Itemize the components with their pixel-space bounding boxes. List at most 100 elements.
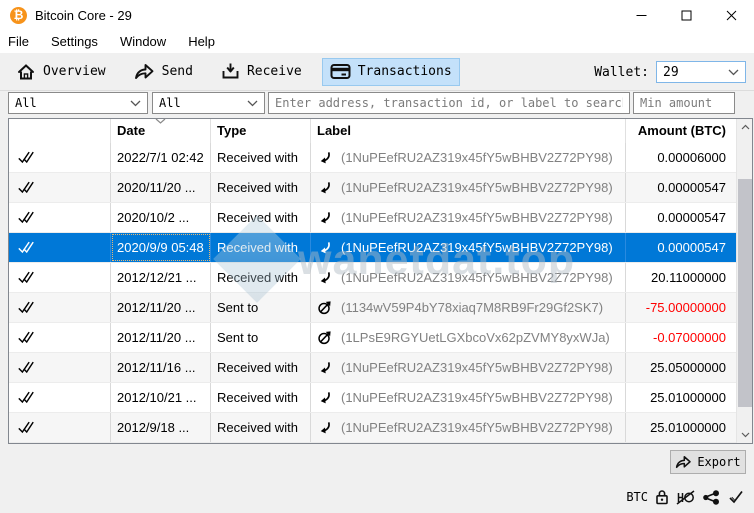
vertical-scrollbar[interactable] (736, 119, 752, 443)
table-row[interactable]: 2012/11/20 ... Sent to (1134wV59P4bY78xi… (9, 293, 736, 323)
tab-send[interactable]: Send (126, 58, 201, 86)
receive-icon (221, 62, 240, 81)
export-button[interactable]: Export (670, 450, 746, 474)
tab-overview-label: Overview (43, 64, 106, 79)
status-cell (9, 143, 111, 172)
tx-date: 2020/10/2 ... (111, 203, 211, 232)
bitcoin-logo-icon: ₿ (10, 7, 27, 24)
tab-receive[interactable]: Receive (213, 58, 310, 86)
menu-file[interactable]: File (8, 32, 40, 51)
tx-amount: 0.00000547 (626, 173, 736, 202)
close-button[interactable] (709, 0, 754, 30)
tx-date: 2020/9/9 05:48 (111, 233, 211, 262)
unit-display[interactable]: BTC (626, 490, 648, 504)
tx-amount: -75.00000000 (626, 293, 736, 322)
column-header-label[interactable]: Label (311, 119, 626, 143)
wallet-dropdown[interactable]: 29 (656, 61, 746, 83)
label-cell: (1NuPEefRU2AZ319x45fY5wBHBV2Z72PY98) (311, 413, 626, 442)
table-row[interactable]: 2012/10/21 ... Received with (1NuPEefRU2… (9, 383, 736, 413)
tx-address: (1NuPEefRU2AZ319x45fY5wBHBV2Z72PY98) (341, 210, 613, 225)
label-cell: (1LPsE9RGYUetLGXbcoVx62pZVMY8yxWJa) (311, 323, 626, 352)
search-input[interactable] (268, 92, 630, 114)
label-cell: (1134wV59P4bY78xiaq7M8RB9Fr29Gf2SK7) (311, 293, 626, 322)
toolbar: Overview Send Receive Transactions Walle… (0, 53, 754, 91)
sync-ok-icon[interactable] (728, 490, 744, 504)
received-icon (317, 270, 332, 285)
table-row[interactable]: 2012/11/16 ... Received with (1NuPEefRU2… (9, 353, 736, 383)
column-header-status[interactable] (9, 119, 111, 143)
export-icon (675, 455, 692, 469)
window-controls (619, 0, 754, 30)
send-icon (134, 63, 155, 80)
table-row[interactable]: 2020/9/9 05:48 Received with (1NuPEefRU2… (9, 233, 736, 263)
filter-bar: All All (8, 92, 735, 115)
tab-transactions[interactable]: Transactions (322, 58, 460, 86)
chevron-down-icon (247, 100, 258, 107)
tx-type: Received with (211, 173, 311, 202)
sent-icon (317, 330, 332, 345)
tx-type: Received with (211, 233, 311, 262)
table-header: Date Type Label Amount (BTC) (9, 119, 736, 143)
menu-help[interactable]: Help (188, 32, 226, 51)
network-activity-icon[interactable] (702, 490, 721, 505)
export-button-label: Export (697, 455, 740, 469)
table-row[interactable]: 2012/9/18 ... Received with (1NuPEefRU2A… (9, 413, 736, 443)
table-row[interactable]: 2022/7/1 02:42 Received with (1NuPEefRU2… (9, 143, 736, 173)
received-icon (317, 240, 332, 255)
tx-amount: 0.00006000 (626, 143, 736, 172)
tx-date: 2012/11/20 ... (111, 323, 211, 352)
tx-address: (1NuPEefRU2AZ319x45fY5wBHBV2Z72PY98) (341, 390, 613, 405)
date-filter-dropdown[interactable]: All (8, 92, 148, 114)
column-header-type[interactable]: Type (211, 119, 311, 143)
chevron-down-icon (130, 100, 141, 107)
scroll-down-button[interactable] (737, 427, 753, 443)
scrollbar-thumb[interactable] (738, 179, 752, 407)
menu-window[interactable]: Window (120, 32, 177, 51)
table-row[interactable]: 2012/11/20 ... Sent to (1LPsE9RGYUetLGXb… (9, 323, 736, 353)
table-row[interactable]: 2020/10/2 ... Received with (1NuPEefRU2A… (9, 203, 736, 233)
tx-address: (1NuPEefRU2AZ319x45fY5wBHBV2Z72PY98) (341, 420, 613, 435)
maximize-button[interactable] (664, 0, 709, 30)
tx-amount: 25.01000000 (626, 383, 736, 412)
tx-type: Received with (211, 203, 311, 232)
tx-date: 2012/9/18 ... (111, 413, 211, 442)
minimize-button[interactable] (619, 0, 664, 30)
tx-address: (1LPsE9RGYUetLGXbcoVx62pZVMY8yxWJa) (341, 330, 610, 345)
min-amount-input[interactable] (633, 92, 735, 114)
tab-send-label: Send (162, 64, 193, 79)
type-filter-dropdown[interactable]: All (152, 92, 265, 114)
table-content: Date Type Label Amount (BTC) 2022/7/1 02… (9, 119, 736, 443)
status-cell (9, 323, 111, 352)
tx-address: (1NuPEefRU2AZ319x45fY5wBHBV2Z72PY98) (341, 180, 613, 195)
status-cell (9, 293, 111, 322)
tx-type: Received with (211, 383, 311, 412)
chevron-down-icon (741, 432, 750, 438)
confirmed-icon (17, 240, 35, 255)
column-header-amount[interactable]: Amount (BTC) (626, 119, 736, 143)
lock-icon[interactable] (655, 489, 669, 505)
confirmed-icon (17, 180, 35, 195)
received-icon (317, 210, 332, 225)
hd-disabled-icon[interactable] (676, 490, 695, 505)
received-icon (317, 360, 332, 375)
tx-amount: -0.07000000 (626, 323, 736, 352)
confirmed-icon (17, 420, 35, 435)
scroll-up-button[interactable] (737, 119, 753, 135)
label-cell: (1NuPEefRU2AZ319x45fY5wBHBV2Z72PY98) (311, 233, 626, 262)
label-cell: (1NuPEefRU2AZ319x45fY5wBHBV2Z72PY98) (311, 143, 626, 172)
received-icon (317, 150, 332, 165)
tx-amount: 0.00000547 (626, 203, 736, 232)
table-row[interactable]: 2012/12/21 ... Received with (1NuPEefRU2… (9, 263, 736, 293)
transactions-icon (330, 63, 351, 80)
title-bar: ₿ Bitcoin Core - 29 (0, 0, 754, 30)
label-cell: (1NuPEefRU2AZ319x45fY5wBHBV2Z72PY98) (311, 203, 626, 232)
menu-settings[interactable]: Settings (51, 32, 109, 51)
tab-overview[interactable]: Overview (8, 58, 114, 86)
tx-type: Sent to (211, 293, 311, 322)
table-row[interactable]: 2020/11/20 ... Received with (1NuPEefRU2… (9, 173, 736, 203)
date-filter-value: All (15, 96, 37, 110)
confirmed-icon (17, 360, 35, 375)
tx-type: Received with (211, 413, 311, 442)
status-cell (9, 413, 111, 442)
tx-amount: 0.00000547 (626, 233, 736, 262)
